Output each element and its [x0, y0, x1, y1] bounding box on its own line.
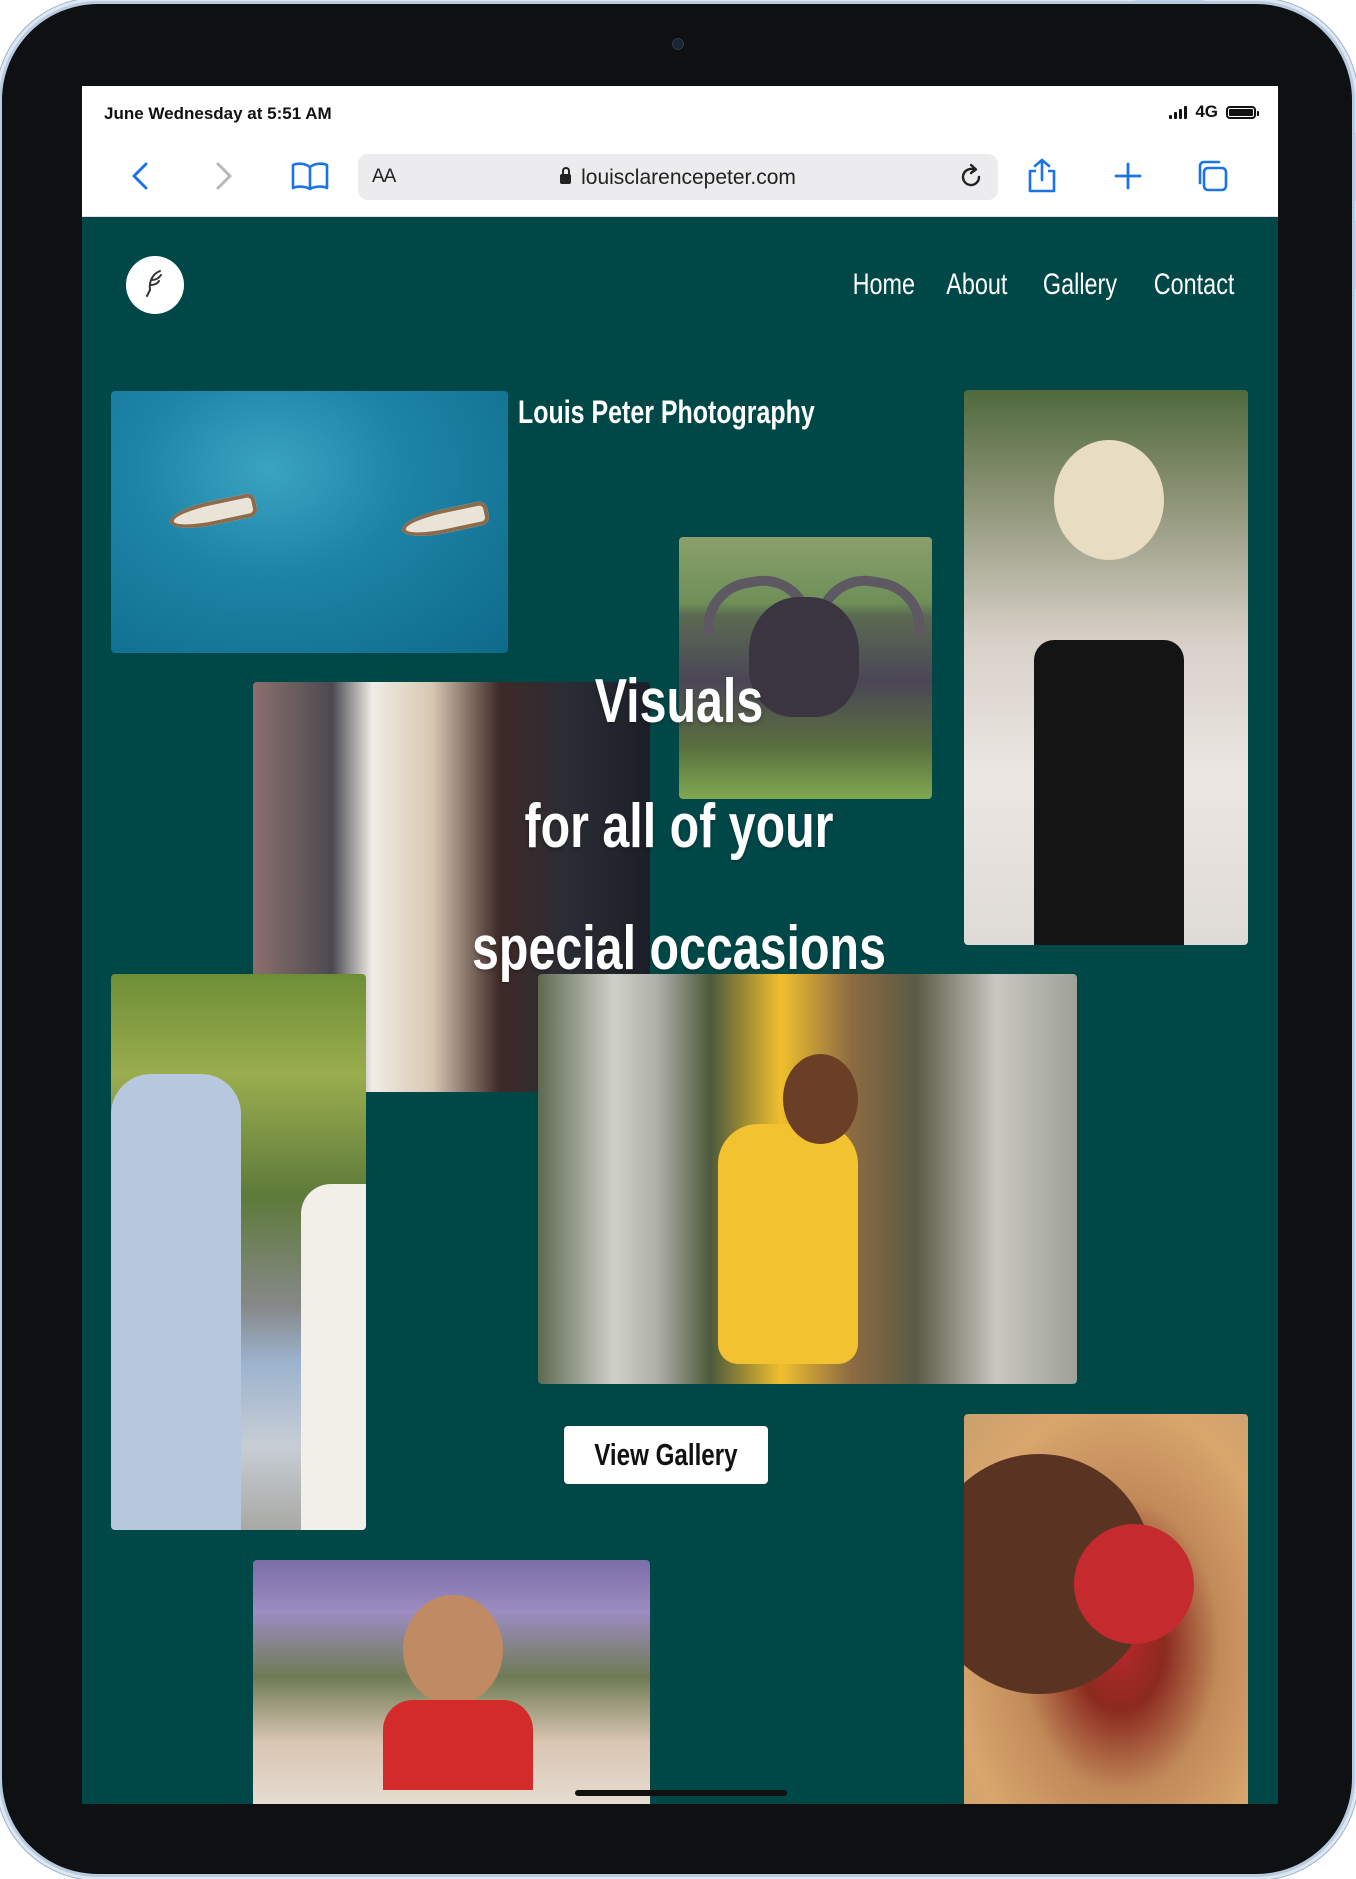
person-shape [718, 1124, 858, 1364]
lock-icon [560, 167, 572, 184]
status-indicators: 4G [1169, 102, 1259, 122]
photo-fruit [964, 1414, 1248, 1804]
top-button [1134, 0, 1204, 1]
baby-shirt [383, 1700, 533, 1790]
dress-shape [1034, 640, 1184, 945]
battery-icon [1226, 105, 1259, 119]
screen: June Wednesday at 5:51 AM 4G AA louiscla… [82, 86, 1278, 1804]
baby-face [403, 1595, 503, 1705]
address-bar[interactable]: AA louisclarencepeter.com [358, 154, 998, 200]
back-icon[interactable] [114, 150, 166, 202]
status-time: June Wednesday at 5:51 AM [104, 104, 332, 123]
headline-line-3: special occasions [472, 914, 886, 983]
status-bar: June Wednesday at 5:51 AM 4G [82, 86, 1278, 142]
main-nav: Home About Gallery Contact [835, 268, 1234, 302]
forward-icon[interactable] [198, 150, 250, 202]
share-icon[interactable] [1016, 150, 1068, 202]
tabs-icon[interactable] [1186, 150, 1238, 202]
nav-contact[interactable]: Contact [1153, 268, 1234, 302]
boat-shape [399, 500, 491, 542]
photo-boats [111, 391, 508, 653]
url-text: louisclarencepeter.com [581, 166, 796, 189]
fruit-shape [1074, 1524, 1194, 1644]
front-camera [672, 38, 684, 50]
boat-shape [167, 492, 259, 534]
new-tab-icon[interactable] [1102, 150, 1154, 202]
photo-baby [253, 1560, 650, 1804]
signal-icon [1169, 105, 1188, 119]
url-display[interactable]: louisclarencepeter.com [358, 166, 998, 190]
photo-portrait-yellow [538, 974, 1077, 1384]
face-shape [783, 1054, 858, 1144]
hair-shape [1054, 440, 1164, 560]
woman-shape [301, 1184, 366, 1530]
view-gallery-label: View Gallery [594, 1437, 738, 1472]
site-logo[interactable] [126, 256, 184, 314]
nav-about[interactable]: About [946, 268, 1007, 302]
browser-toolbar: AA louisclarencepeter.com [82, 142, 1278, 217]
headline-line-2: for all of your [524, 792, 834, 861]
feather-logo-icon [142, 268, 168, 303]
man-shape [111, 1074, 241, 1530]
photo-couple [111, 974, 366, 1530]
nav-home[interactable]: Home [853, 268, 915, 302]
reload-icon[interactable] [952, 158, 990, 196]
view-gallery-button[interactable]: View Gallery [564, 1426, 768, 1484]
brand-name: Louis Peter Photography [518, 394, 815, 430]
home-indicator[interactable] [575, 1790, 787, 1796]
headline-line-1: Visuals [594, 667, 764, 736]
network-label: 4G [1195, 102, 1218, 121]
photo-model [964, 390, 1248, 945]
bookmarks-icon[interactable] [284, 150, 336, 202]
nav-gallery[interactable]: Gallery [1042, 268, 1116, 302]
ipad-frame: June Wednesday at 5:51 AM 4G AA louiscla… [2, 0, 1356, 1874]
